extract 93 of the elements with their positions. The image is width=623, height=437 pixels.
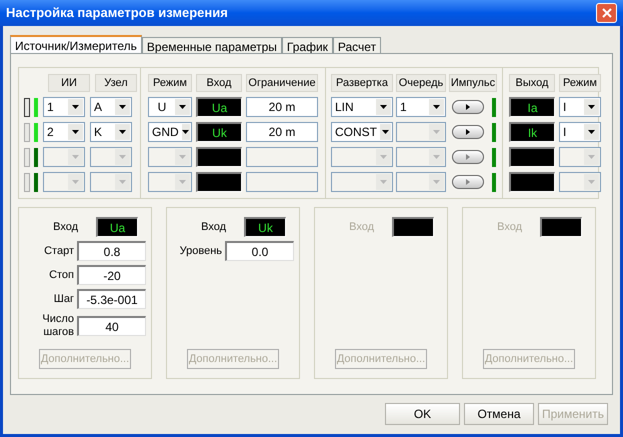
play-icon — [466, 104, 470, 110]
dialog-button[interactable]: Отмена — [464, 403, 534, 425]
caret-down-icon — [433, 130, 440, 134]
dropdown[interactable]: A — [90, 97, 132, 117]
input-field[interactable]: 0.0 — [225, 241, 294, 261]
input-label: Вход — [496, 220, 523, 235]
column-header: Импульс — [449, 74, 497, 92]
caret-down-icon — [588, 155, 595, 159]
column-header: Ограничение — [246, 74, 318, 92]
tab[interactable]: Расчет — [332, 37, 382, 53]
caret-down-icon — [588, 180, 595, 184]
caret-down-icon — [179, 105, 186, 109]
dropdown[interactable]: 1 — [396, 97, 446, 117]
dropdown[interactable]: 2 — [43, 122, 85, 142]
caret-down-icon — [382, 130, 389, 134]
caret-down-icon — [433, 155, 440, 159]
dropdown[interactable]: I — [559, 97, 601, 117]
input-label: Вход — [348, 220, 375, 235]
status-bar-indicator — [492, 148, 496, 166]
window-title: Настройка параметров измерения — [6, 4, 228, 22]
caret-down-icon — [380, 105, 387, 109]
input-field[interactable]: -20 — [77, 265, 146, 285]
value-display — [196, 147, 242, 167]
column-header: Очередь — [396, 74, 446, 92]
caret-down-icon — [182, 130, 190, 134]
column-header: Узел — [95, 74, 137, 92]
close-button[interactable] — [596, 3, 617, 23]
status-bar-indicator — [492, 98, 496, 116]
tab[interactable]: График — [282, 37, 333, 53]
column-header: Выход — [509, 74, 555, 92]
field-label: Шаг — [52, 292, 74, 306]
input-field[interactable]: -5.3e-001 — [77, 289, 146, 309]
field-label: Стоп — [48, 268, 74, 282]
input-field[interactable]: 0.8 — [77, 241, 146, 261]
play-icon — [466, 129, 470, 135]
caret-down-icon — [119, 155, 126, 159]
caret-down-icon — [433, 105, 440, 109]
caret-down-icon — [72, 180, 79, 184]
value-display — [392, 217, 434, 237]
value-display — [540, 217, 582, 237]
status-bar-indicator — [492, 172, 496, 192]
tab[interactable]: Временные параметры — [142, 37, 282, 53]
close-icon — [602, 8, 612, 18]
value-display: Ua — [196, 97, 242, 117]
field-label: Уровень — [178, 244, 222, 258]
dropdown[interactable]: CONST — [331, 122, 393, 142]
column-header: Режим — [148, 74, 192, 92]
caret-down-icon — [380, 155, 387, 159]
dropdown[interactable]: I — [559, 122, 601, 142]
caret-down-icon — [433, 180, 440, 184]
caret-down-icon — [380, 180, 387, 184]
value-display: Uk — [244, 217, 286, 237]
row-indicator[interactable] — [24, 98, 30, 116]
caret-down-icon — [72, 155, 79, 159]
dropdown[interactable]: U — [148, 97, 192, 117]
column-header: ИИ — [48, 74, 90, 92]
field-label: Старт — [43, 244, 74, 258]
caret-down-icon — [179, 180, 186, 184]
value-display — [509, 172, 555, 192]
caret-down-icon — [588, 105, 595, 109]
play-icon — [466, 179, 470, 185]
caret-down-icon — [588, 130, 595, 134]
column-header: Вход — [196, 74, 242, 92]
column-header: Развертка — [331, 74, 393, 92]
value-display — [196, 172, 242, 192]
limit-field[interactable]: 20 m — [246, 122, 318, 142]
caret-down-icon — [119, 105, 126, 109]
dropdown[interactable]: 1 — [43, 97, 85, 117]
caret-down-icon — [119, 130, 126, 134]
input-field[interactable]: 40 — [77, 316, 146, 336]
caret-down-icon — [72, 105, 79, 109]
pulse-button[interactable] — [452, 125, 484, 139]
field-label: Число шагов — [41, 313, 74, 339]
limit-field[interactable]: 20 m — [246, 97, 318, 117]
tab[interactable]: Источник/Измеритель — [10, 35, 142, 53]
status-bar-indicator — [492, 122, 496, 142]
dialog-button[interactable]: OK — [385, 403, 460, 425]
pulse-button[interactable] — [452, 100, 484, 114]
value-display: Ua — [96, 217, 138, 237]
input-label: Вход — [52, 220, 79, 235]
caret-down-icon — [72, 130, 79, 134]
play-icon — [466, 154, 470, 160]
caret-down-icon — [179, 155, 186, 159]
value-display: Ik — [509, 122, 555, 142]
input-label: Вход — [200, 220, 227, 235]
dropdown[interactable]: GND — [148, 122, 192, 142]
value-display: Uk — [196, 122, 242, 142]
dropdown[interactable]: LIN — [331, 97, 393, 117]
caret-down-icon — [119, 180, 126, 184]
dropdown[interactable]: K — [90, 122, 132, 142]
value-display: Ia — [509, 97, 555, 117]
value-display — [509, 147, 555, 167]
column-header: Режим — [559, 74, 601, 92]
